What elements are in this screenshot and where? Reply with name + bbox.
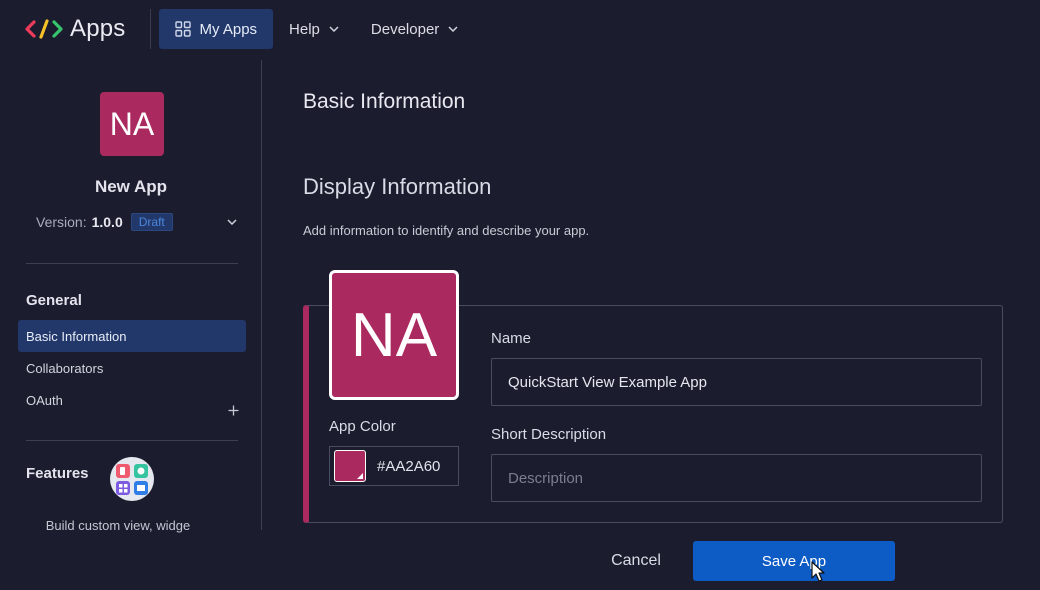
- name-input[interactable]: [491, 358, 982, 406]
- sidebar-item-label: Collaborators: [26, 360, 104, 376]
- page-title: Basic Information: [303, 90, 466, 113]
- chevron-down-icon: [329, 26, 339, 32]
- features-section-title: Features: [26, 465, 89, 482]
- section-title: Display Information: [303, 174, 492, 199]
- nav-developer[interactable]: Developer: [355, 9, 474, 49]
- short-description-label: Short Description: [491, 426, 607, 443]
- chevron-down-icon: [448, 26, 458, 32]
- nav-my-apps[interactable]: My Apps: [158, 9, 274, 49]
- app-name: New App: [94, 177, 168, 196]
- sidebar-item-label: OAuth: [26, 392, 63, 408]
- color-hex-value: #AA2A60: [377, 457, 441, 475]
- app-color-picker[interactable]: #AA2A60: [329, 446, 459, 486]
- version-chevron-down-icon[interactable]: [227, 219, 237, 225]
- sidebar-item-basic-information[interactable]: Basic Information: [18, 320, 246, 352]
- top-bar: Apps My Apps Help Developer: [0, 0, 1040, 58]
- nav-my-apps-label: My Apps: [199, 20, 258, 38]
- version-row: Version: 1.0.0 Draft: [36, 213, 173, 231]
- app-logo-initials: NA: [350, 300, 438, 370]
- short-description-input[interactable]: [491, 454, 982, 502]
- nav-help-label: Help: [289, 20, 320, 38]
- cancel-button[interactable]: Cancel: [596, 541, 676, 581]
- brand-title: Apps: [70, 15, 126, 42]
- nav-help[interactable]: Help: [273, 9, 355, 49]
- sidebar-divider: [26, 440, 238, 441]
- status-badge: Draft: [130, 213, 173, 231]
- topbar-divider: [149, 9, 151, 49]
- code-logo-icon: [25, 19, 63, 39]
- general-section-title: General: [26, 292, 82, 309]
- section-description: Add information to identify and describe…: [303, 223, 590, 238]
- app-avatar: NA: [100, 92, 164, 156]
- mouse-pointer-icon: [811, 561, 825, 582]
- grid-icon: [174, 21, 191, 37]
- sidebar-divider: [26, 263, 238, 264]
- version-label: Version:: [36, 214, 87, 230]
- sidebar-item-label: Basic Information: [26, 328, 127, 344]
- nav-developer-label: Developer: [370, 20, 440, 38]
- save-app-button[interactable]: Save App: [693, 541, 895, 581]
- features-illustration-icon: [110, 457, 154, 501]
- app-logo-preview[interactable]: NA: [329, 270, 459, 400]
- version-value: 1.0.0: [91, 214, 123, 230]
- app-color-label: App Color: [329, 418, 396, 435]
- sidebar-item-oauth[interactable]: OAuth: [18, 384, 246, 416]
- brand[interactable]: Apps: [24, 0, 126, 58]
- name-label: Name: [491, 330, 532, 347]
- add-feature-plus-icon[interactable]: [228, 405, 239, 416]
- app-avatar-initials: NA: [109, 105, 155, 142]
- sidebar-item-collaborators[interactable]: Collaborators: [18, 352, 246, 384]
- color-swatch[interactable]: [334, 450, 366, 482]
